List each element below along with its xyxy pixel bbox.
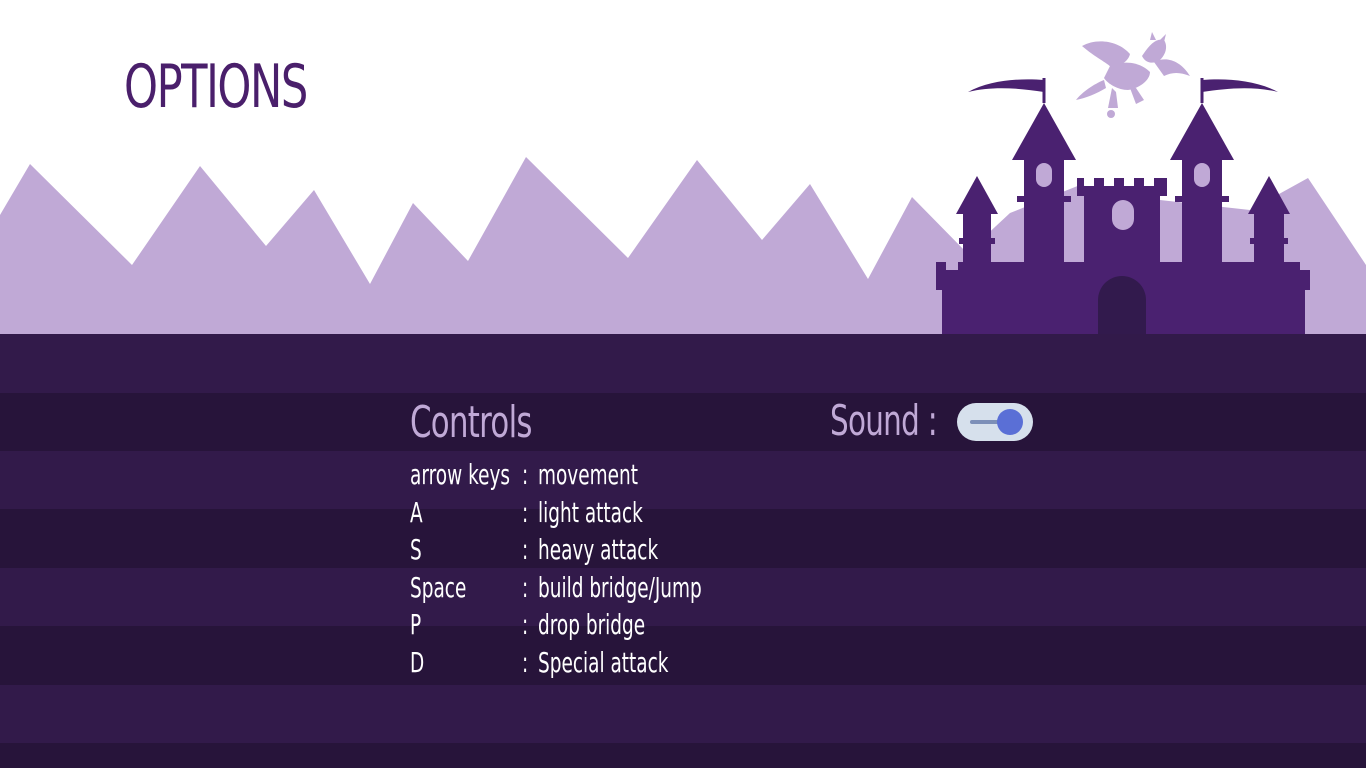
dragon-icon [1076,32,1190,118]
castle-icon [936,78,1310,334]
toggle-knob[interactable] [997,409,1023,435]
control-row-a: A : light attack [410,496,830,534]
control-key: Space [410,570,467,604]
control-action: build bridge/Jump [538,570,702,604]
sound-toggle[interactable] [957,403,1033,441]
control-row-space: Space : build bridge/Jump [410,571,830,609]
control-key: D [410,645,425,679]
sound-label: Sound : [830,396,938,445]
controls-heading: Controls [410,397,532,448]
page-title: OPTIONS [124,52,308,122]
control-key: P [410,608,422,641]
control-action: heavy attack [538,533,659,566]
control-row-arrow-keys: arrow keys : movement [410,458,830,496]
control-key: arrow keys [410,458,511,491]
options-screen: OPTIONS Controls arrow keys : movement A… [0,0,1366,768]
control-action: Special attack [538,645,669,679]
control-separator: : [522,495,529,529]
control-action: light attack [538,495,643,529]
control-row-p: P : drop bridge [410,608,830,646]
control-separator: : [522,570,529,604]
control-separator: : [522,608,529,641]
control-action: movement [538,458,638,491]
control-action: drop bridge [538,608,646,641]
control-row-d: D : Special attack [410,646,830,684]
controls-list: arrow keys : movement A : light attack S… [410,458,830,683]
control-separator: : [522,458,529,491]
control-row-s: S : heavy attack [410,533,830,571]
control-key: S [410,533,422,566]
control-separator: : [522,533,529,566]
control-key: A [410,495,423,529]
control-separator: : [522,645,529,679]
